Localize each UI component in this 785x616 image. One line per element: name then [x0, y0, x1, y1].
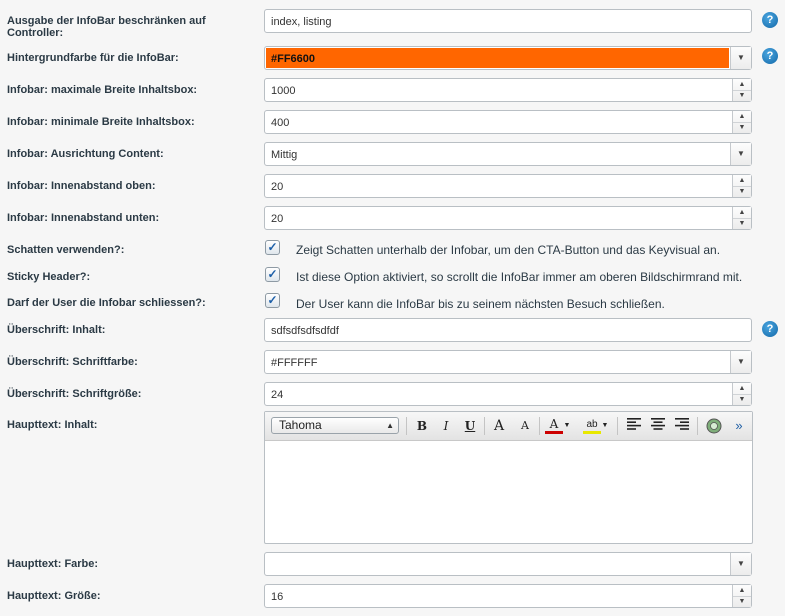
spin-down-icon[interactable]: ▼: [733, 122, 751, 133]
select-arrows-icon: ▲: [386, 421, 394, 430]
dropdown-arrow-icon[interactable]: ▼: [730, 143, 751, 165]
headsize-value: 24: [271, 389, 284, 401]
label-minwidth: Infobar: minimale Breite Inhaltsbox:: [7, 116, 195, 128]
chevron-down-icon[interactable]: ▼: [563, 418, 571, 434]
align-select[interactable]: Mittig ▼: [264, 142, 752, 166]
label-bgcolor: Hintergrundfarbe für die InfoBar:: [7, 52, 179, 64]
closable-checkbox[interactable]: ✓: [265, 293, 280, 308]
padtop-stepper[interactable]: 20 ▲ ▼: [264, 174, 752, 198]
padbottom-stepper[interactable]: 20 ▲ ▼: [264, 206, 752, 230]
padtop-value: 20: [271, 181, 284, 193]
spinner[interactable]: ▲ ▼: [732, 175, 751, 197]
toolbar-divider: [484, 417, 485, 435]
dropdown-arrow-icon[interactable]: ▼: [730, 351, 751, 373]
bgcolor-swatch: [266, 48, 729, 68]
bold-button[interactable]: B: [413, 418, 431, 434]
headline-input[interactable]: sdfsdfsdfsdfdf: [264, 318, 752, 342]
label-headline: Überschrift: Inhalt:: [7, 324, 106, 336]
minwidth-stepper[interactable]: 400 ▲ ▼: [264, 110, 752, 134]
label-maintext: Haupttext: Inhalt:: [7, 419, 98, 431]
spinner[interactable]: ▲ ▼: [732, 383, 751, 405]
sticky-description: Ist diese Option aktiviert, so scrollt d…: [296, 270, 743, 284]
align-value: Mittig: [271, 149, 298, 161]
underline-button[interactable]: U: [461, 418, 479, 434]
padbottom-value: 20: [271, 213, 284, 225]
spin-down-icon[interactable]: ▼: [733, 186, 751, 197]
highlight-button[interactable]: ab: [583, 418, 601, 434]
shadow-checkbox[interactable]: ✓: [265, 240, 280, 255]
help-icon[interactable]: ?: [762, 12, 778, 28]
sticky-checkbox[interactable]: ✓: [265, 267, 280, 282]
maxwidth-value: 1000: [271, 85, 296, 97]
label-shadow: Schatten verwenden?:: [7, 244, 125, 256]
toolbar-divider: [617, 417, 618, 435]
rich-text-editor[interactable]: Tahoma ▲ B I U A A A ▼ ab ▼ »: [264, 411, 753, 544]
bgcolor-select[interactable]: #FF6600 ▼: [264, 46, 752, 70]
headline-value: sdfsdfsdfsdfdf: [271, 325, 339, 337]
dropdown-arrow-icon[interactable]: ▼: [730, 47, 751, 69]
label-maxwidth: Infobar: maximale Breite Inhaltsbox:: [7, 84, 198, 96]
dropdown-arrow-icon[interactable]: ▼: [730, 553, 751, 575]
italic-button[interactable]: I: [437, 418, 455, 434]
font-color-button[interactable]: A: [545, 418, 563, 434]
align-left-icon[interactable]: [625, 418, 643, 434]
label-closable: Darf der User die Infobar schliessen?:: [7, 297, 206, 309]
label-maincolor: Haupttext: Farbe:: [7, 558, 99, 570]
spinner[interactable]: ▲ ▼: [732, 585, 751, 607]
label-sticky: Sticky Header?:: [7, 271, 91, 283]
more-button[interactable]: »: [730, 418, 748, 434]
headsize-stepper[interactable]: 24 ▲ ▼: [264, 382, 752, 406]
headcolor-select[interactable]: #FFFFFF ▼: [264, 350, 752, 374]
chevron-down-icon[interactable]: ▼: [601, 418, 609, 434]
editor-toolbar: Tahoma ▲ B I U A A A ▼ ab ▼ »: [265, 412, 752, 441]
shadow-description: Zeigt Schatten unterhalb der Infobar, um…: [296, 243, 721, 257]
align-right-icon[interactable]: [673, 418, 691, 434]
label-controller: Ausgabe der InfoBar beschränken auf Cont…: [7, 15, 206, 39]
label-headsize: Überschrift: Schriftgröße:: [7, 388, 142, 400]
label-align: Infobar: Ausrichtung Content:: [7, 148, 164, 160]
maincolor-select[interactable]: ▼: [264, 552, 752, 576]
bgcolor-value: #FF6600: [271, 53, 316, 65]
maxwidth-stepper[interactable]: 1000 ▲ ▼: [264, 78, 752, 102]
minwidth-value: 400: [271, 117, 290, 129]
mainsize-value: 16: [271, 591, 284, 603]
help-icon[interactable]: ?: [762, 321, 778, 337]
spin-down-icon[interactable]: ▼: [733, 394, 751, 405]
label-mainsize: Haupttext: Größe:: [7, 590, 101, 602]
grow-font-button[interactable]: A: [490, 418, 508, 434]
spinner[interactable]: ▲ ▼: [732, 79, 751, 101]
label-padtop: Infobar: Innenabstand oben:: [7, 180, 156, 192]
align-center-icon[interactable]: [649, 418, 667, 434]
closable-description: Der User kann die InfoBar bis zu seinem …: [296, 297, 665, 311]
controller-value: index, listing: [271, 16, 332, 28]
toolbar-divider: [406, 417, 407, 435]
controller-input[interactable]: index, listing: [264, 9, 752, 33]
label-padbottom: Infobar: Innenabstand unten:: [7, 212, 160, 224]
spin-down-icon[interactable]: ▼: [733, 596, 751, 607]
font-family-value: Tahoma: [279, 418, 322, 432]
spinner[interactable]: ▲ ▼: [732, 207, 751, 229]
font-family-select[interactable]: Tahoma ▲: [271, 417, 399, 434]
spin-down-icon[interactable]: ▼: [733, 218, 751, 229]
spin-down-icon[interactable]: ▼: [733, 90, 751, 101]
spinner[interactable]: ▲ ▼: [732, 111, 751, 133]
mainsize-stepper[interactable]: 16 ▲ ▼: [264, 584, 752, 608]
shrink-font-button[interactable]: A: [516, 418, 534, 434]
image-icon[interactable]: [705, 418, 723, 434]
help-icon[interactable]: ?: [762, 48, 778, 64]
headcolor-value: #FFFFFF: [271, 357, 318, 369]
label-headcolor: Überschrift: Schriftfarbe:: [7, 356, 138, 368]
toolbar-divider: [697, 417, 698, 435]
toolbar-divider: [539, 417, 540, 435]
